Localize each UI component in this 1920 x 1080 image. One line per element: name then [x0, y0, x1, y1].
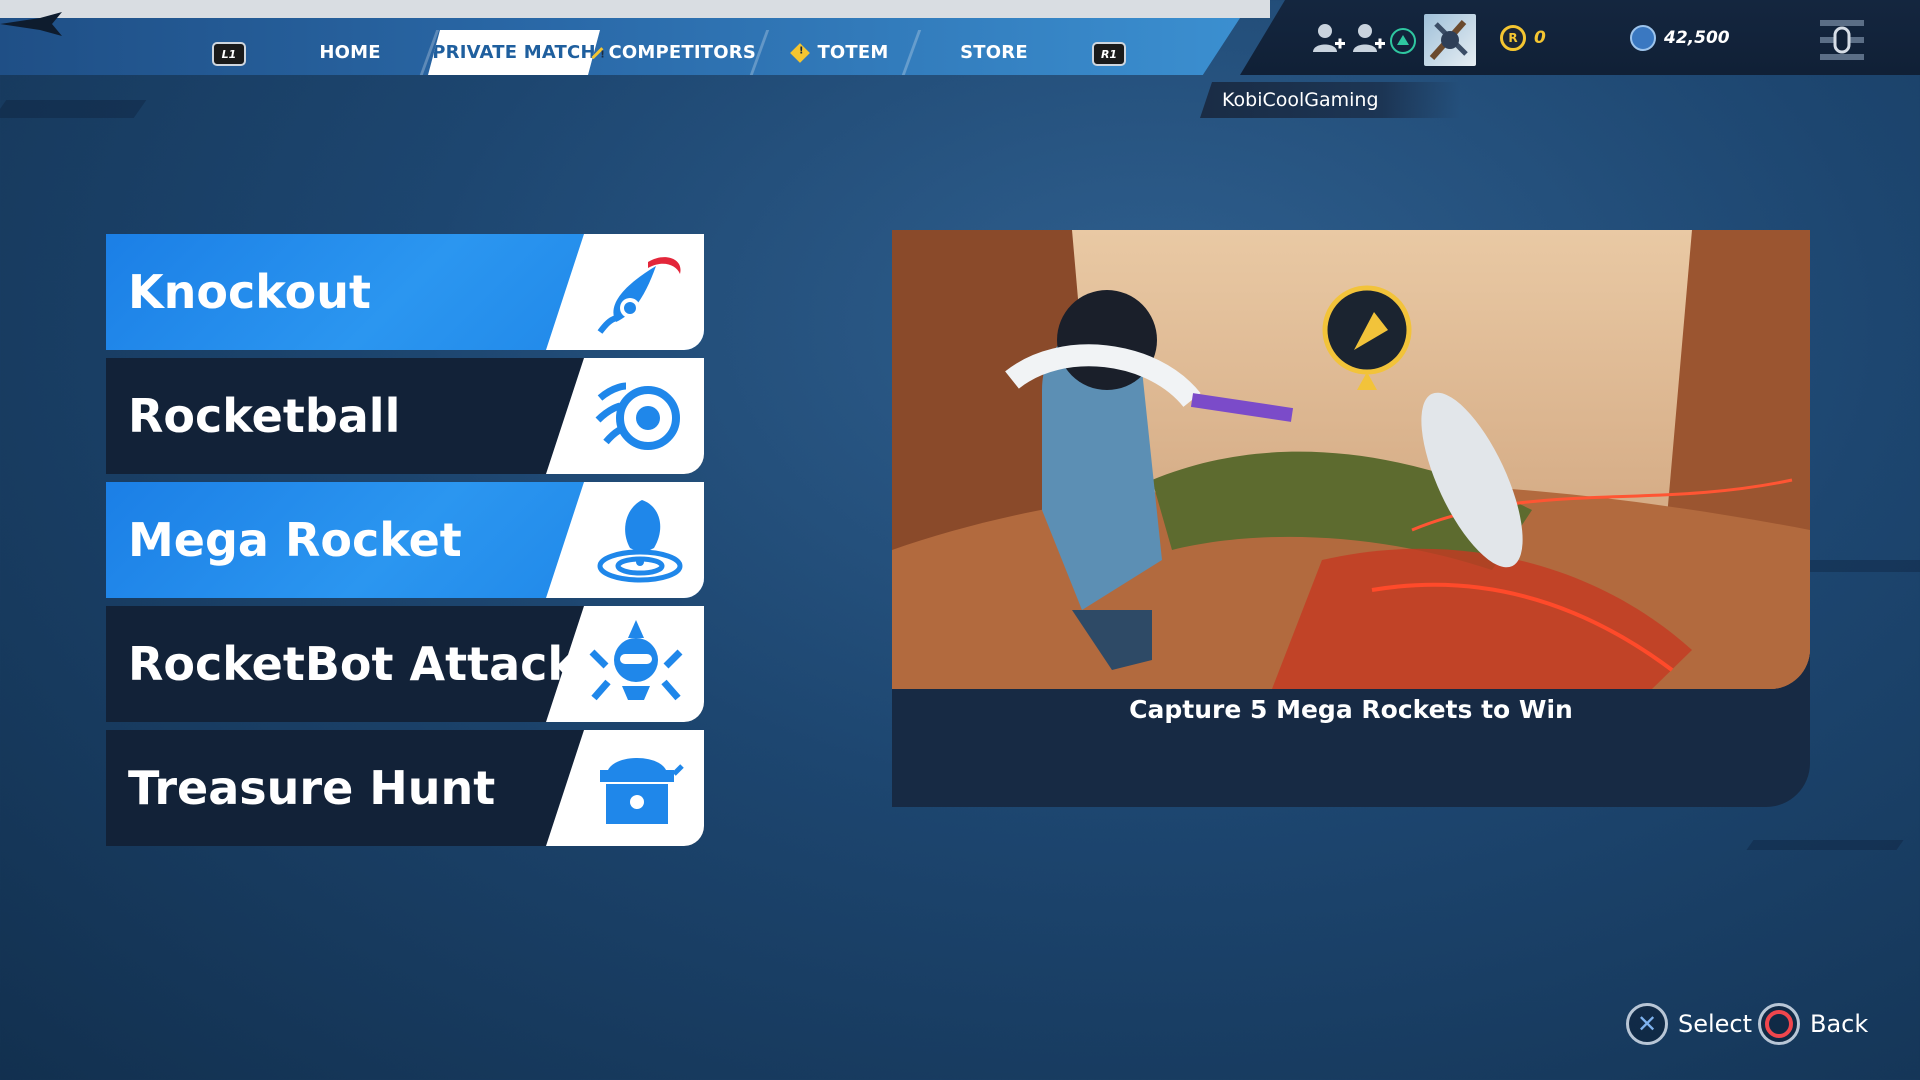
back-label: Back	[1810, 1010, 1869, 1038]
r1-shoulder-button[interactable]: R1	[1092, 42, 1126, 66]
tab-store[interactable]: STORE	[934, 30, 1054, 75]
gem-balance: 42,500	[1630, 25, 1730, 51]
coin-balance: R 0	[1500, 25, 1546, 51]
alert-icon	[790, 42, 811, 63]
top-bar-track	[0, 0, 1270, 18]
add-friend-icon[interactable]	[1350, 20, 1386, 56]
mode-rocketbot-attack[interactable]: RocketBot Attack	[106, 606, 704, 722]
mode-knockout[interactable]: Knockout	[106, 234, 704, 350]
background-streak	[1746, 840, 1904, 850]
player-name: KobiCoolGaming	[1200, 82, 1460, 118]
rocketball-icon	[595, 382, 680, 450]
l1-shoulder-button[interactable]: L1	[212, 42, 246, 66]
gem-icon	[1630, 25, 1656, 51]
gem-count: 42,500	[1664, 28, 1730, 48]
gameplay-preview-illustration	[892, 230, 1810, 689]
tab-home[interactable]: HOME	[290, 30, 410, 75]
select-prompt[interactable]: ✕ Select	[1626, 1003, 1752, 1045]
add-friend-icon[interactable]	[1310, 20, 1346, 56]
select-label: Select	[1678, 1010, 1753, 1038]
background-streak	[0, 100, 147, 118]
mode-treasure-hunt[interactable]: Treasure Hunt	[106, 730, 704, 846]
mode-label: Treasure Hunt	[128, 761, 496, 815]
rocket-logo-icon	[0, 12, 62, 36]
mode-label: Knockout	[128, 265, 371, 319]
mode-label: Mega Rocket	[128, 513, 462, 567]
rocketbot-icon	[589, 620, 683, 701]
triangle-button-icon[interactable]	[1390, 28, 1416, 54]
tab-competitors-label: COMPETITORS	[608, 42, 756, 63]
avatar-character-icon	[1429, 20, 1468, 60]
mode-preview-caption: Capture 5 Mega Rockets to Win	[1129, 695, 1573, 724]
back-prompt[interactable]: Back	[1758, 1003, 1868, 1045]
mode-rocketball[interactable]: Rocketball	[106, 358, 704, 474]
mega-rocket-icon	[597, 500, 683, 583]
tab-totem-label: TOTEM	[817, 42, 889, 63]
menu-icon[interactable]	[1818, 16, 1866, 64]
mode-preview-image	[892, 230, 1810, 689]
tab-private-match[interactable]: PRIVATE MATCH	[428, 30, 600, 75]
treasure-chest-icon	[600, 758, 684, 824]
player-avatar[interactable]	[1424, 14, 1476, 66]
knockout-rocket-icon	[597, 257, 681, 334]
tab-totem[interactable]: TOTEM	[776, 30, 906, 75]
mode-mega-rocket[interactable]: Mega Rocket	[106, 482, 704, 598]
coin-count: 0	[1534, 28, 1546, 48]
mode-label: Rocketball	[128, 389, 401, 443]
tab-competitors[interactable]: COMPETITORS	[591, 30, 756, 75]
cross-button-icon: ✕	[1626, 1003, 1668, 1045]
circle-button-icon	[1758, 1003, 1800, 1045]
mode-label: RocketBot Attack	[128, 637, 578, 691]
mode-preview-panel: Capture 5 Mega Rockets to Win	[892, 230, 1810, 807]
coin-icon: R	[1500, 25, 1526, 51]
